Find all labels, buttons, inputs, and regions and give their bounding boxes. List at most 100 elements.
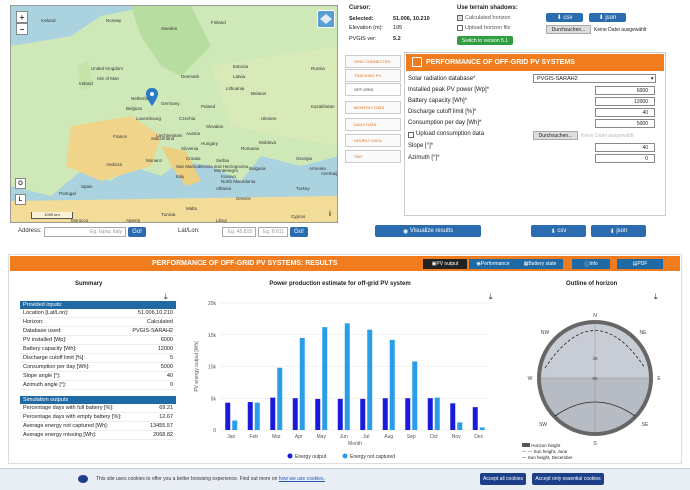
consumption-input[interactable]: 5000 <box>595 119 655 128</box>
row-label: Battery capacity [Wh]: <box>23 346 77 352</box>
switch-version-button[interactable]: Switch to version 5.1 <box>457 36 513 45</box>
map-country-label: Serbia <box>216 158 230 163</box>
lon-input[interactable]: Eg. 8.611 <box>258 227 288 237</box>
summary-row: Average energy not captured [Wh]: 13455.5… <box>20 422 176 431</box>
legend-june: Sun height, June <box>533 449 568 454</box>
horizon-csv-button[interactable]: ⬇ csv <box>546 13 583 22</box>
horizon-json-button[interactable]: ⬇ json <box>589 13 626 22</box>
direction-label: NE <box>640 330 648 336</box>
bar-energy-output <box>472 407 478 430</box>
bar-energy-output <box>315 398 321 430</box>
map-scale: 1000 km <box>31 212 73 219</box>
map-view[interactable]: Iceland Norway Sweden Finland Estonia Latvia L… <box>10 5 338 223</box>
tab-label: PDF <box>637 261 648 267</box>
tab-daily-data[interactable]: DAILY DATA <box>345 118 401 131</box>
db-select[interactable]: PVGIS-SARAH2 ▾ <box>533 74 656 83</box>
address-input[interactable]: Eg. Ispra, Italy <box>44 227 126 237</box>
visualize-results-button[interactable]: ◉ Visualize results <box>375 225 481 237</box>
map-country-label: Croatia <box>186 156 201 161</box>
bar-energy-output <box>337 398 343 430</box>
layers-icon[interactable] <box>317 10 335 28</box>
results-tab-performance[interactable]: ◉ Performance <box>469 259 517 269</box>
results-tab-battery-state[interactable]: ▦ Battery state <box>517 259 563 269</box>
legend-horizon: Horizon height <box>531 443 561 448</box>
accept-essential-cookies-button[interactable]: Accept only essential cookies <box>532 473 604 485</box>
tab-hourly-data[interactable]: HOURLY DATA <box>345 134 401 147</box>
cookie-link[interactable]: how we use cookies. <box>279 476 325 482</box>
horizon-nofile-label: Keine Datei ausgewählt <box>594 27 647 33</box>
upload-consumption-label: Upload consumption data <box>416 131 485 137</box>
summary-row: Battery capacity [Wh]: 12000 <box>20 345 176 354</box>
calculated-horizon-label: Calculated horizon <box>465 15 511 21</box>
bar-energy-not-captured <box>434 397 440 430</box>
tab-grid-connected[interactable]: GRID CONNECTED <box>345 55 401 68</box>
y-tick-label: 15k <box>208 333 217 339</box>
results-tab-pdf[interactable]: ▤ PDF <box>617 259 663 269</box>
battery-input[interactable]: 12000 <box>595 97 655 106</box>
azimuth-input[interactable]: 0 <box>595 154 655 163</box>
latlon-go-button[interactable]: Go! <box>290 227 308 237</box>
overlay-l-button[interactable]: L <box>15 194 26 205</box>
consumption-browse-button[interactable]: Durchsuchen... <box>533 131 578 140</box>
map-country-label: Cyprus <box>291 214 306 219</box>
slope-label: Slope [°]* <box>408 143 434 149</box>
map-country-label: Norway <box>106 18 122 23</box>
summary-row: PV installed [Wp]: 6000 <box>20 336 176 345</box>
row-value: 40 <box>166 373 173 379</box>
tab-off-grid[interactable]: OFF-GRID <box>345 83 401 96</box>
bar-energy-output <box>225 402 231 430</box>
horizon-download-icon[interactable]: ⤓ <box>654 292 658 302</box>
map-country-label: Slovenia <box>181 146 199 151</box>
results-tab-info[interactable]: ⓘ Info <box>572 259 610 269</box>
x-tick-label: Sep <box>407 434 416 440</box>
info-icon[interactable]: i <box>329 211 335 220</box>
map-country-label: Estonia <box>233 64 249 69</box>
tab-tmy[interactable]: TMY <box>345 150 401 163</box>
results-json-button[interactable]: ⬇ json <box>591 225 646 237</box>
cookie-icon <box>78 475 88 483</box>
radius-label-90: 90 <box>592 376 598 381</box>
y-tick-label: 0 <box>213 428 216 434</box>
map-country-label: Azerbaijan <box>321 171 337 176</box>
eye-icon: ◉ <box>402 228 410 235</box>
bar-energy-not-captured <box>389 339 395 430</box>
legend-marker <box>342 453 348 459</box>
map-country-label: Monaco <box>146 158 163 163</box>
results-tab-pv-output[interactable]: ▣ PV output <box>423 259 467 269</box>
battery-label: Battery capacity [Wh]* <box>408 98 468 104</box>
tab-tracking-pv[interactable]: TRACKING PV <box>345 69 401 82</box>
map-country-label: Belgium <box>126 106 143 111</box>
zoom-in-button[interactable]: + <box>16 11 28 23</box>
lat-input[interactable]: Eg. 45.815 <box>222 227 256 237</box>
address-go-button[interactable]: Go! <box>128 227 146 237</box>
upload-horizon-checkbox[interactable] <box>457 25 463 31</box>
horizon-browse-button[interactable]: Durchsuchen... <box>546 25 591 34</box>
row-label: Database used: <box>23 328 62 334</box>
map-country-label: Sweden <box>161 26 178 31</box>
row-value: 5 <box>169 355 173 361</box>
slope-input[interactable]: 40 <box>595 143 655 152</box>
summary-row: Percentage days with full battery [%]: 69… <box>20 404 176 413</box>
map-country-label: Kazakhstan <box>311 104 335 109</box>
tab-monthly-data[interactable]: MONTHLY DATA <box>345 101 401 114</box>
results-csv-button[interactable]: ⬇ csv <box>531 225 586 237</box>
download-icon: ⬇ <box>550 228 558 235</box>
x-tick-label: Apr <box>295 434 303 440</box>
direction-label: N <box>593 313 597 319</box>
row-label: Azimuth angle [°]: <box>23 382 67 388</box>
download-icon: ⬇ <box>556 15 564 21</box>
row-label: Discharge cutoff limit [%]: <box>23 355 85 361</box>
summary-row: Horizon: Calculated <box>20 318 176 327</box>
zoom-out-button[interactable]: − <box>16 23 28 35</box>
chart-title: Power production estimate for off-grid P… <box>269 281 411 287</box>
map-country-label: France <box>113 134 128 139</box>
peak-input[interactable]: 6000 <box>595 86 655 95</box>
accept-all-cookies-button[interactable]: Accept all cookies <box>480 473 526 485</box>
calculated-horizon-checkbox[interactable] <box>457 15 463 21</box>
y-tick-label: 5k <box>211 396 217 402</box>
selected-label: Selected: <box>349 16 374 22</box>
overlay-o-button[interactable]: O <box>15 178 26 189</box>
simulation-outputs-header: Simulation outputs <box>20 396 176 404</box>
discharge-input[interactable]: 40 <box>595 108 655 117</box>
upload-consumption-checkbox[interactable] <box>408 132 414 138</box>
